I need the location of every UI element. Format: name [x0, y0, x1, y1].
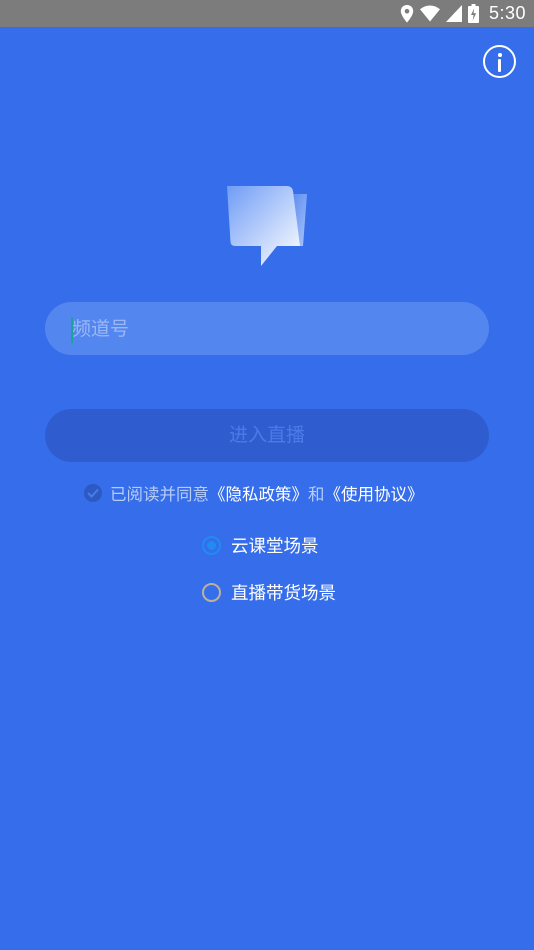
- radio-unselected-icon[interactable]: [202, 582, 221, 602]
- status-time: 5:30: [488, 3, 526, 23]
- status-icons: 5:30: [400, 0, 526, 27]
- channel-input-container: [45, 302, 489, 355]
- text-caret: [71, 317, 73, 343]
- scene-label: 直播带货场景: [231, 583, 336, 604]
- app-screen: 5:30 进入直播: [0, 0, 534, 950]
- terms-of-use-link[interactable]: 《使用协议》: [325, 481, 424, 505]
- info-icon[interactable]: [483, 45, 516, 78]
- chat-bubble-logo: [225, 184, 309, 268]
- agreement-row: 已阅读并同意 《隐私政策》 和 《使用协议》: [84, 480, 424, 506]
- scene-option-live-commerce[interactable]: 直播带货场景: [202, 579, 336, 605]
- battery-icon: [467, 4, 479, 23]
- agreement-conjunction: 和: [308, 485, 325, 504]
- radio-selected-icon[interactable]: [202, 535, 221, 555]
- scene-label: 云课堂场景: [231, 536, 319, 557]
- enter-live-button[interactable]: 进入直播: [45, 409, 489, 462]
- agreement-prefix: 已阅读并同意: [110, 485, 209, 504]
- channel-number-input[interactable]: [72, 302, 462, 355]
- signal-icon: [445, 5, 462, 22]
- status-bar: 5:30: [0, 0, 534, 27]
- agreement-checkbox[interactable]: [84, 484, 102, 502]
- wifi-icon: [419, 5, 440, 22]
- scene-option-cloud-class[interactable]: 云课堂场景: [202, 532, 319, 558]
- privacy-policy-link[interactable]: 《隐私政策》: [209, 481, 308, 505]
- location-icon: [400, 4, 414, 23]
